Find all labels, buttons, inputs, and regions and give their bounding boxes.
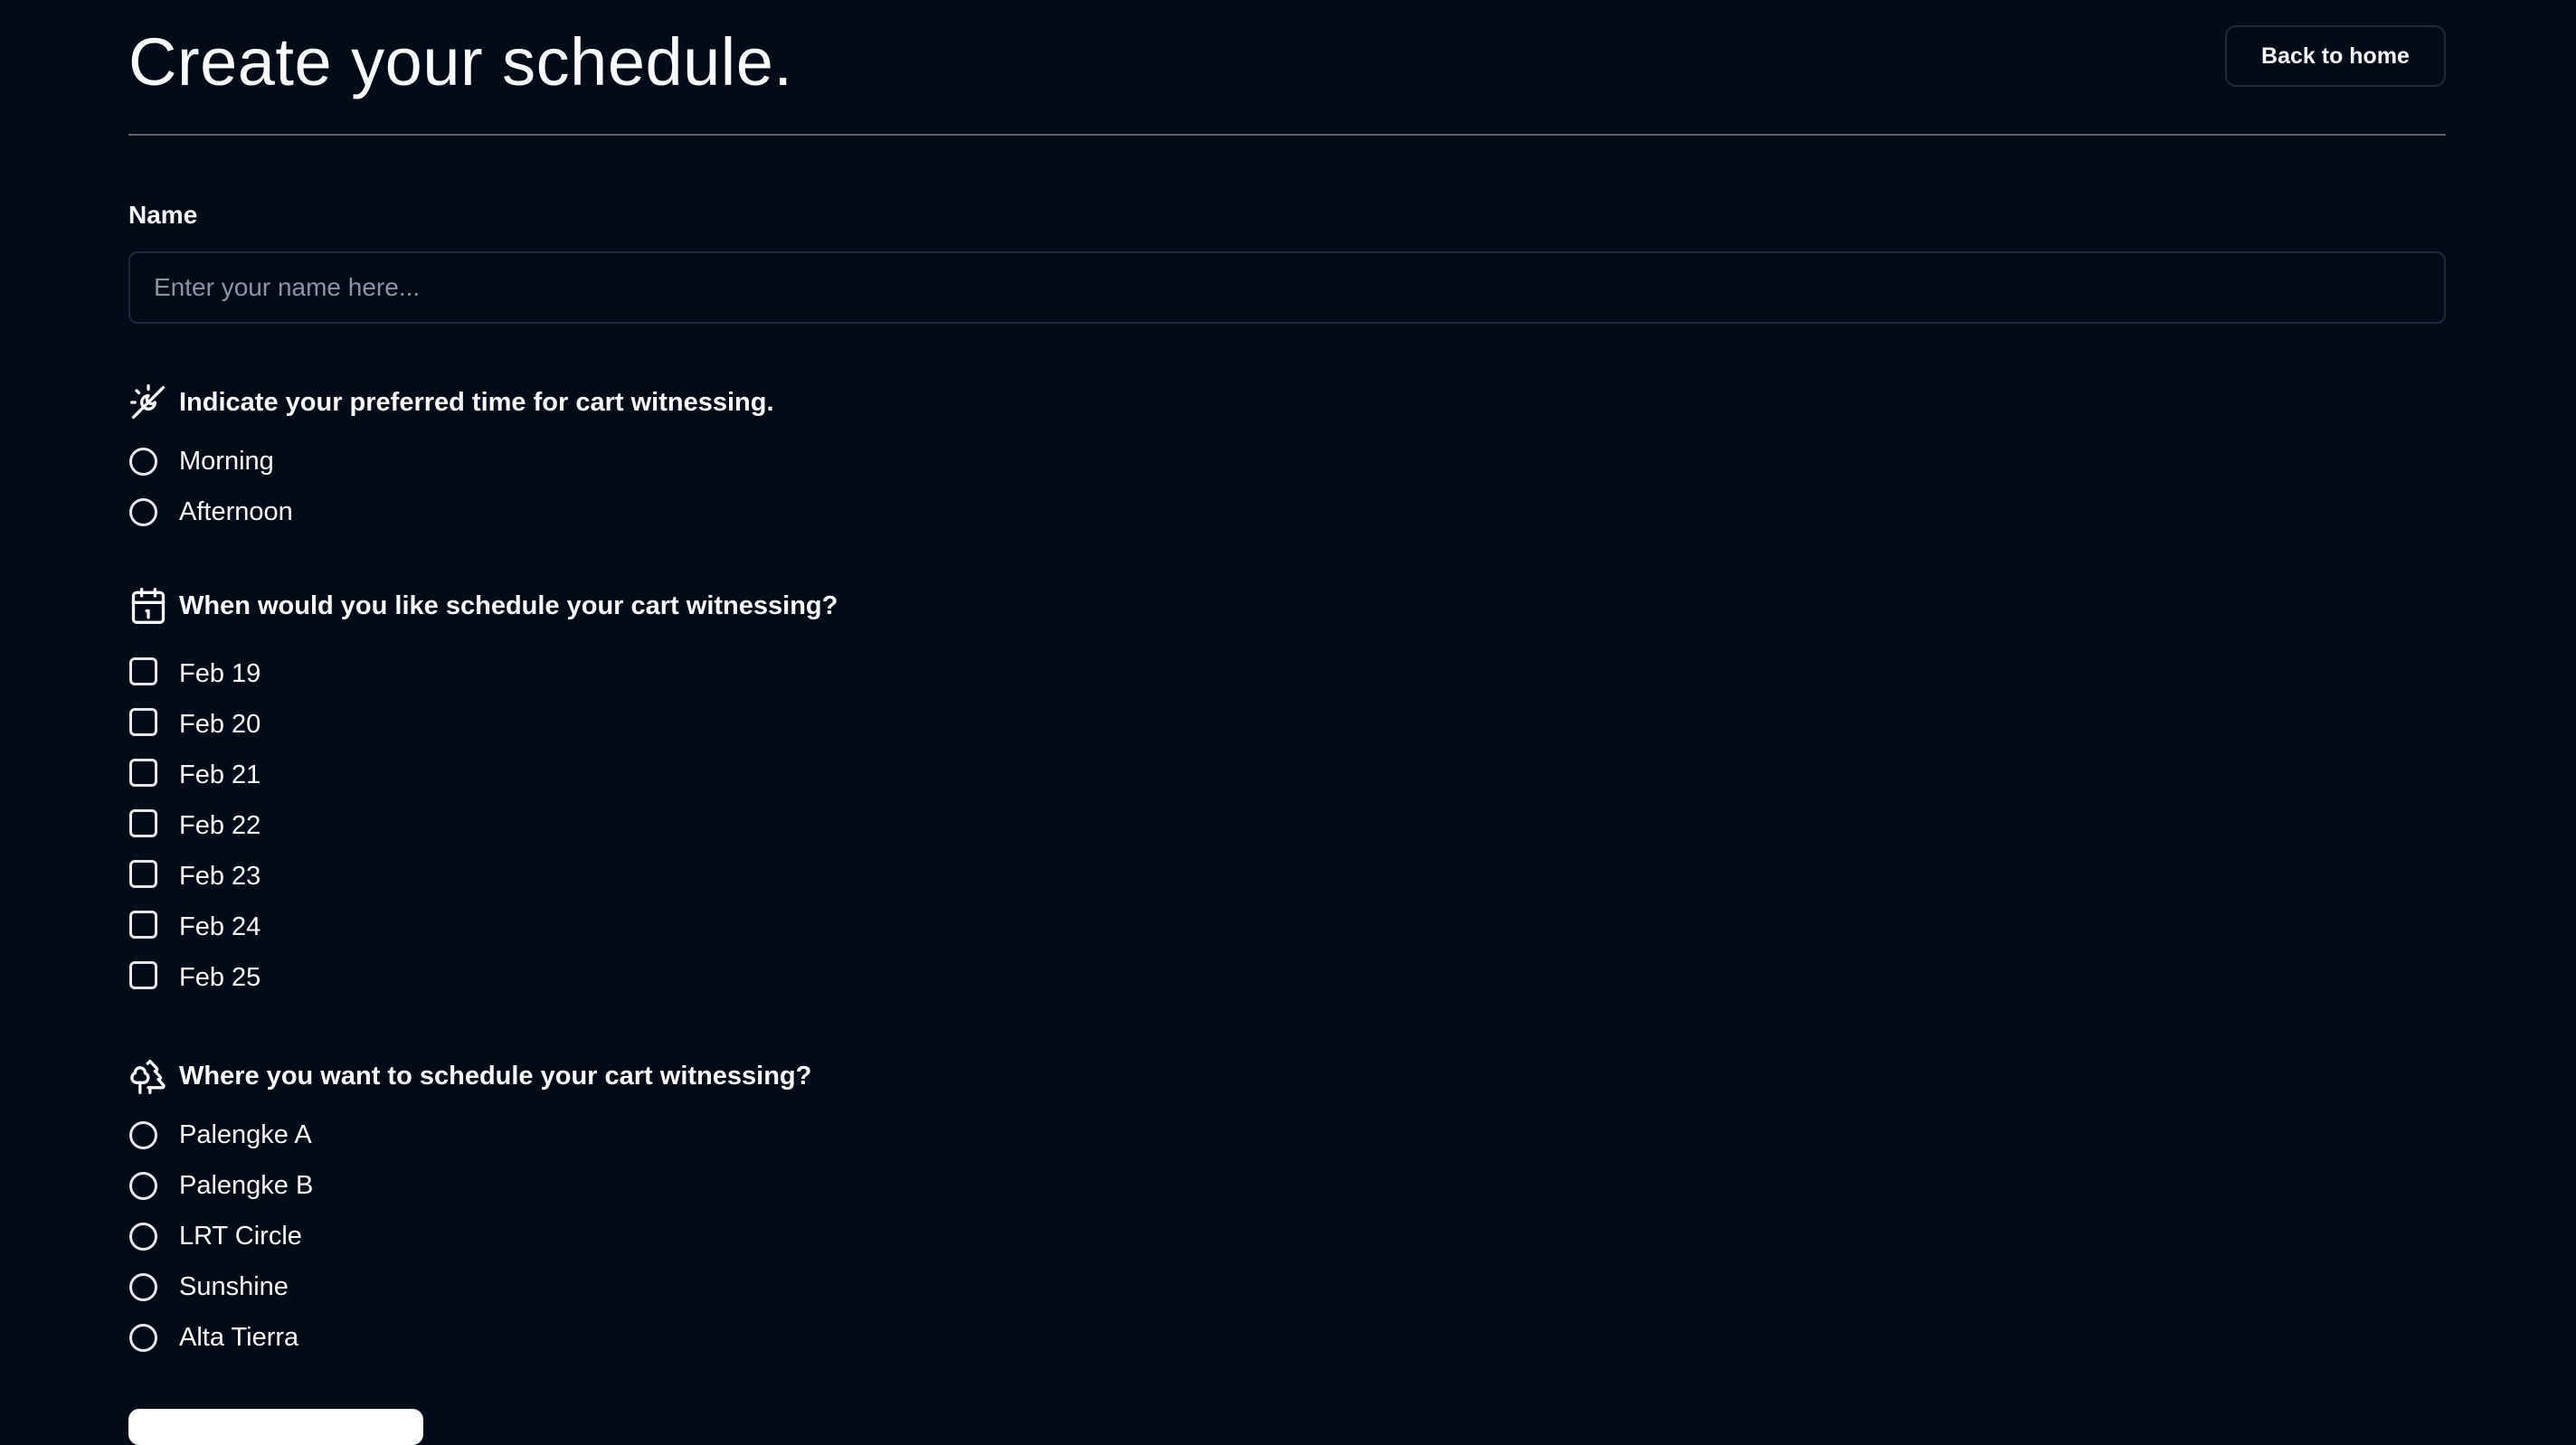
option-label: Feb 25 (179, 962, 261, 992)
time-section-header: Indicate your preferred time for cart wi… (128, 380, 1576, 425)
sun-moon-icon (128, 382, 168, 422)
trees-icon (128, 1056, 168, 1096)
time-option-morning[interactable]: Morning (128, 436, 1576, 486)
date-option-feb-19[interactable]: Feb 19 (128, 648, 1576, 699)
time-options: Morning Afternoon (128, 436, 1576, 537)
location-option-sunshine[interactable]: Sunshine (128, 1261, 1576, 1312)
option-label: Morning (179, 446, 274, 476)
date-option-feb-20[interactable]: Feb 20 (128, 699, 1576, 750)
date-option-feb-24[interactable]: Feb 24 (128, 902, 1576, 952)
option-label: Feb 20 (179, 709, 261, 739)
checkbox[interactable] (129, 960, 157, 989)
radio-button[interactable] (129, 447, 157, 476)
time-option-afternoon[interactable]: Afternoon (128, 486, 1576, 537)
option-label: Sunshine (179, 1271, 289, 1301)
radio-button[interactable] (129, 1171, 157, 1200)
option-label: Feb 24 (179, 911, 261, 941)
option-label: Feb 23 (179, 861, 261, 891)
page-header: Create your schedule. Back to home (128, 0, 2446, 136)
date-option-feb-23[interactable]: Feb 23 (128, 851, 1576, 902)
date-option-feb-22[interactable]: Feb 22 (128, 800, 1576, 851)
location-options: Palengke A Palengke B LRT Circle Sunshin… (128, 1110, 1576, 1363)
date-section: When would you like schedule your cart w… (128, 583, 1576, 1003)
date-section-header: When would you like schedule your cart w… (128, 583, 1576, 628)
option-label: Palengke A (179, 1119, 312, 1149)
option-label: Feb 21 (179, 760, 261, 789)
time-question: Indicate your preferred time for cart wi… (179, 387, 774, 417)
page-title: Create your schedule. (128, 24, 793, 99)
location-section: Where you want to schedule your cart wit… (128, 1053, 1576, 1363)
option-label: Feb 19 (179, 658, 261, 688)
time-section: Indicate your preferred time for cart wi… (128, 380, 1576, 537)
back-to-home-button[interactable]: Back to home (2225, 25, 2446, 87)
checkbox[interactable] (129, 656, 157, 685)
radio-button[interactable] (129, 497, 157, 526)
name-label: Name (128, 201, 198, 229)
calendar-icon (128, 586, 168, 626)
radio-button[interactable] (129, 1120, 157, 1149)
submit-button[interactable] (128, 1409, 423, 1445)
checkbox[interactable] (129, 808, 157, 837)
checkbox[interactable] (129, 707, 157, 736)
location-option-palengke-a[interactable]: Palengke A (128, 1110, 1576, 1160)
date-options: Feb 19 Feb 20 Feb 21 Feb 22 Feb 23 Feb 2… (128, 648, 1576, 1003)
option-label: LRT Circle (179, 1221, 302, 1251)
location-section-header: Where you want to schedule your cart wit… (128, 1053, 1576, 1099)
radio-button[interactable] (129, 1272, 157, 1301)
option-label: Palengke B (179, 1170, 314, 1200)
location-question: Where you want to schedule your cart wit… (179, 1061, 812, 1091)
date-option-feb-25[interactable]: Feb 25 (128, 952, 1576, 1003)
radio-button[interactable] (129, 1323, 157, 1352)
date-option-feb-21[interactable]: Feb 21 (128, 750, 1576, 800)
radio-button[interactable] (129, 1222, 157, 1251)
checkbox[interactable] (129, 758, 157, 787)
location-option-alta-tierra[interactable]: Alta Tierra (128, 1312, 1576, 1363)
schedule-page: Create your schedule. Back to home Name … (128, 0, 2446, 1445)
option-label: Alta Tierra (179, 1322, 299, 1352)
date-question: When would you like schedule your cart w… (179, 590, 838, 620)
checkbox[interactable] (129, 859, 157, 888)
option-label: Afternoon (179, 496, 293, 526)
option-label: Feb 22 (179, 810, 261, 840)
location-option-lrt-circle[interactable]: LRT Circle (128, 1211, 1576, 1261)
name-input[interactable] (128, 251, 2446, 324)
checkbox[interactable] (129, 910, 157, 939)
location-option-palengke-b[interactable]: Palengke B (128, 1160, 1576, 1211)
